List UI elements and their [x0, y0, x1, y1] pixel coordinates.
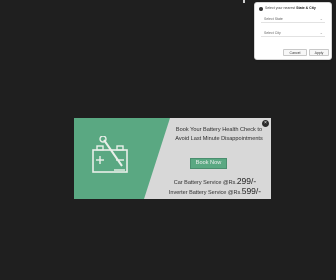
inverter-battery-price: Inverter Battery Service @Rs.599/-	[160, 186, 270, 198]
battery-service-illustration-icon	[92, 136, 128, 173]
inverter-battery-amount: 599/-	[241, 186, 262, 196]
apply-button[interactable]: Apply	[309, 49, 329, 56]
corner-mark	[243, 0, 245, 3]
book-now-button[interactable]: Book Now	[190, 158, 227, 169]
city-select-placeholder: Select City	[264, 31, 281, 35]
cancel-button[interactable]: Cancel	[283, 49, 307, 56]
car-battery-amount: 299/-	[236, 176, 257, 186]
inverter-battery-label: Inverter Battery Service @Rs.	[168, 190, 242, 196]
location-prompt: Select your nearest	[265, 6, 296, 10]
location-panel-title: Select your nearest State & City	[265, 5, 316, 12]
city-select[interactable]: Select City ⌄	[261, 29, 325, 37]
location-selector-panel: Select your nearest State & City Select …	[254, 2, 332, 60]
location-pin-icon	[259, 7, 263, 11]
location-state-city: State & City	[296, 6, 316, 10]
state-select-placeholder: Select State	[264, 17, 283, 21]
chevron-down-icon: ⌄	[319, 30, 323, 35]
state-select[interactable]: Select State ⌄	[261, 15, 325, 23]
close-icon[interactable]: ×	[262, 120, 269, 127]
popup-headline: Book Your Battery Health Check to Avoid …	[175, 127, 263, 142]
promo-popup: Book Your Battery Health Check to Avoid …	[74, 118, 271, 199]
chevron-down-icon: ⌄	[319, 16, 323, 21]
